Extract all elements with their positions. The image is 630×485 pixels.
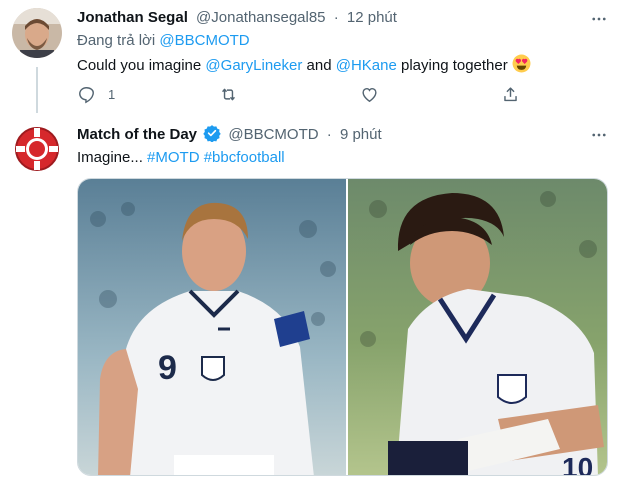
reply-count: 1 — [108, 86, 116, 102]
hashtag-motd[interactable]: #MOTD — [147, 149, 200, 166]
reply-actions: 1 — [77, 82, 537, 106]
author-name[interactable]: Match of the Day — [77, 126, 197, 143]
author-handle[interactable]: @Jonathansegal85 — [196, 9, 326, 26]
reply-text-part3: playing together — [396, 57, 512, 74]
mention-hkane[interactable]: @HKane — [336, 57, 397, 74]
separator-dot: · — [326, 126, 332, 143]
reply-tweet[interactable]: Jonathan Segal @Jonathansegal85 · 12 phú… — [0, 0, 630, 118]
motd-logo-icon — [12, 124, 62, 174]
thread-line — [36, 67, 38, 113]
tweet-media[interactable]: 9 10 — [77, 178, 608, 476]
author-handle[interactable]: @BBCMOTD — [228, 126, 318, 143]
hashtag-bbcfootball[interactable]: #bbcfootball — [204, 149, 285, 166]
heart-icon — [362, 87, 377, 102]
more-options-icon[interactable] — [588, 124, 610, 146]
more-options-icon[interactable] — [588, 8, 610, 30]
gary-lineker-photo: 10 — [348, 179, 607, 476]
reply-text-part1: Could you imagine — [77, 57, 206, 74]
svg-text:9: 9 — [158, 349, 177, 387]
replying-to-link[interactable]: @BBCMOTD — [159, 32, 249, 49]
reply-text-part2: and — [302, 57, 336, 74]
share-icon — [504, 86, 517, 101]
verified-badge-icon — [203, 125, 221, 142]
comment-icon — [79, 86, 94, 103]
harry-kane-photo: 9 — [78, 179, 346, 475]
original-text-part1: Imagine... — [77, 149, 148, 166]
retweet-button[interactable] — [219, 82, 238, 106]
reply-header: Jonathan Segal @Jonathansegal85 · 12 phú… — [77, 8, 397, 28]
like-button[interactable] — [360, 82, 379, 106]
photo-gary-lineker[interactable]: 10 — [348, 179, 607, 476]
mention-garylineker[interactable]: @GaryLineker — [205, 57, 302, 74]
retweet-icon — [222, 88, 235, 100]
avatar-jonathan-segal[interactable] — [12, 8, 62, 58]
heart-eyes-emoji-icon — [512, 54, 531, 73]
separator-dot: · — [333, 9, 339, 26]
tweet-time[interactable]: 12 phút — [347, 9, 397, 26]
reply-button[interactable]: 1 — [77, 82, 115, 106]
replying-to: Đang trả lời @BBCMOTD — [77, 31, 250, 51]
original-text: Imagine... #MOTD #bbcfootball — [77, 148, 285, 168]
author-name[interactable]: Jonathan Segal — [77, 9, 188, 26]
original-header: Match of the Day @BBCMOTD · 9 phút — [77, 124, 382, 145]
avatar-match-of-the-day[interactable] — [12, 124, 62, 174]
photo-harry-kane[interactable]: 9 — [78, 179, 346, 475]
tweet-time[interactable]: 9 phút — [340, 126, 382, 143]
replying-prefix: Đang trả lời — [77, 32, 160, 49]
svg-text:10: 10 — [562, 452, 593, 476]
reply-text: Could you imagine @GaryLineker and @HKan… — [77, 54, 531, 76]
avatar-photo — [12, 8, 62, 58]
share-button[interactable] — [501, 82, 520, 106]
